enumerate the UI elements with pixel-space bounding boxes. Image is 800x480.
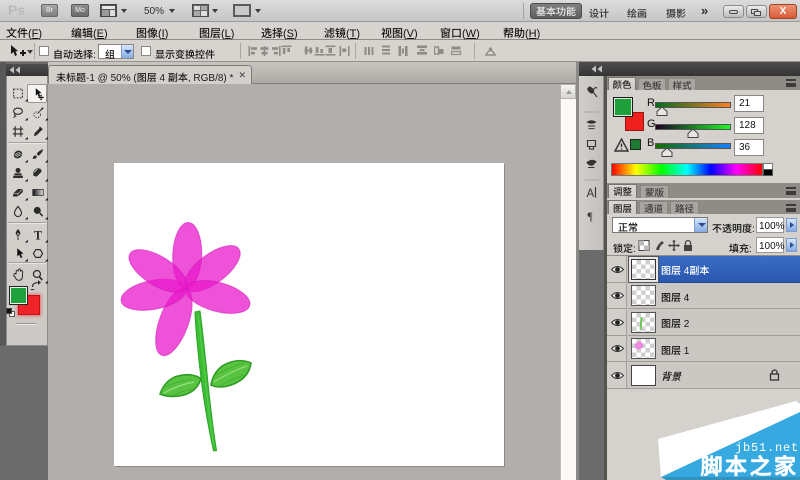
svg-text:¶: ¶ xyxy=(588,211,594,223)
svg-text:A: A xyxy=(587,188,595,200)
svg-text:脚本之家: 脚本之家 xyxy=(701,449,799,480)
svg-text:T: T xyxy=(34,228,43,242)
